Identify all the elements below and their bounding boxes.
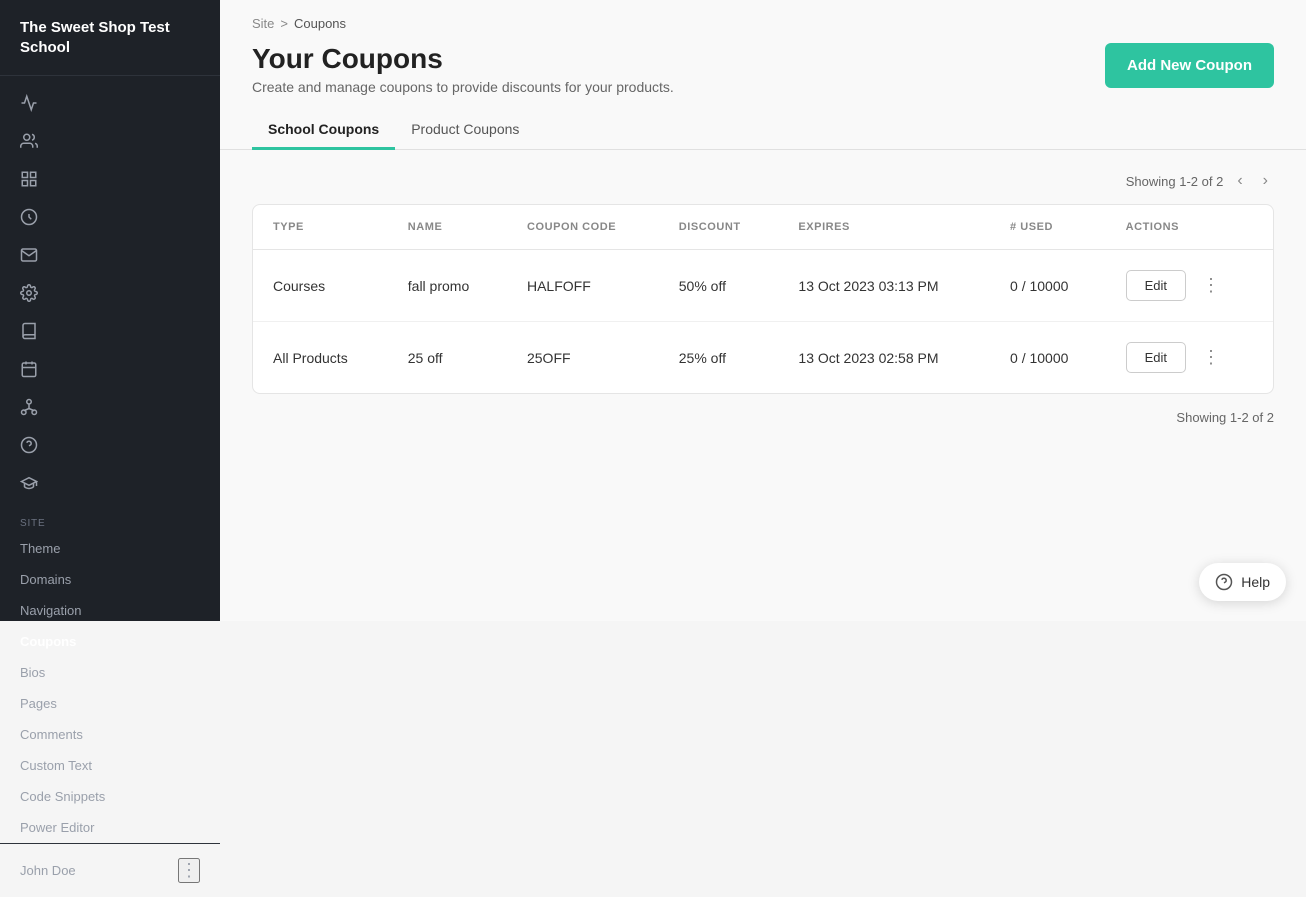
row1-code: HALFOFF: [507, 250, 659, 322]
content-area: Showing 1-2 of 2 ‹ › TYPE NAME COUPON CO…: [220, 150, 1306, 621]
sidebar-icon-calendar[interactable]: [0, 350, 220, 388]
help-icon: [1215, 573, 1233, 591]
table-row: All Products 25 off 25OFF 25% off 13 Oct…: [253, 322, 1273, 394]
pagination-prev-button[interactable]: ‹: [1231, 170, 1248, 192]
sidebar-icon-integrations[interactable]: [0, 388, 220, 426]
sidebar-item-pages[interactable]: Pages: [0, 688, 220, 719]
row2-expires: 13 Oct 2023 02:58 PM: [778, 322, 990, 394]
breadcrumb-site[interactable]: Site: [252, 16, 274, 31]
page-header: Your Coupons Create and manage coupons t…: [220, 39, 1306, 111]
pagination-bottom: Showing 1-2 of 2: [252, 410, 1274, 425]
sidebar-item-code-snippets[interactable]: Code Snippets: [0, 781, 220, 812]
col-actions: ACTIONS: [1106, 205, 1273, 250]
pagination-label-bottom: Showing 1-2 of 2: [1176, 410, 1274, 425]
col-type: TYPE: [253, 205, 388, 250]
row1-actions: Edit ⋮: [1106, 250, 1273, 322]
sidebar-logo: The Sweet Shop Test School: [0, 0, 220, 76]
col-coupon-code: COUPON CODE: [507, 205, 659, 250]
sidebar-icon-revenue[interactable]: [0, 198, 220, 236]
help-widget[interactable]: Help: [1199, 563, 1286, 601]
sidebar-icon-dashboard[interactable]: [0, 160, 220, 198]
sidebar-bottom: John Doe ⋮: [0, 843, 220, 897]
help-label: Help: [1241, 574, 1270, 590]
sidebar-icon-library[interactable]: [0, 312, 220, 350]
sidebar-item-comments[interactable]: Comments: [0, 719, 220, 750]
tab-school-coupons[interactable]: School Coupons: [252, 111, 395, 150]
breadcrumb-current: Coupons: [294, 16, 346, 31]
row1-discount: 50% off: [659, 250, 779, 322]
pagination-label-top: Showing 1-2 of 2: [1126, 174, 1224, 189]
tabs-bar: School Coupons Product Coupons: [220, 111, 1306, 150]
sidebar-item-coupons[interactable]: Coupons: [0, 626, 220, 657]
table-row: Courses fall promo HALFOFF 50% off 13 Oc…: [253, 250, 1273, 322]
sidebar-icon-users[interactable]: [0, 122, 220, 160]
row2-used: 0 / 10000: [990, 322, 1106, 394]
pagination-top: Showing 1-2 of 2 ‹ ›: [252, 170, 1274, 192]
breadcrumb-separator: >: [280, 16, 288, 31]
row2-more-button[interactable]: ⋮: [1194, 343, 1228, 372]
sidebar-icon-analytics[interactable]: [0, 84, 220, 122]
sidebar-icon-help[interactable]: [0, 426, 220, 464]
coupons-table-container: TYPE NAME COUPON CODE DISCOUNT EXPIRES #…: [252, 204, 1274, 394]
page-subtitle: Create and manage coupons to provide dis…: [252, 79, 674, 95]
row1-expires: 13 Oct 2023 03:13 PM: [778, 250, 990, 322]
sidebar-user: John Doe: [20, 863, 76, 878]
tab-product-coupons[interactable]: Product Coupons: [395, 111, 535, 150]
coupons-table: TYPE NAME COUPON CODE DISCOUNT EXPIRES #…: [253, 205, 1273, 393]
sidebar-item-theme[interactable]: Theme: [0, 533, 220, 564]
row2-code: 25OFF: [507, 322, 659, 394]
col-name: NAME: [388, 205, 507, 250]
row2-discount: 25% off: [659, 322, 779, 394]
sidebar-more-button[interactable]: ⋮: [178, 858, 200, 883]
pagination-next-button[interactable]: ›: [1257, 170, 1274, 192]
sidebar-item-navigation[interactable]: Navigation: [0, 595, 220, 626]
page-header-left: Your Coupons Create and manage coupons t…: [252, 43, 674, 95]
sidebar-section-label: SITE: [0, 502, 220, 533]
sidebar-item-custom-text[interactable]: Custom Text: [0, 750, 220, 781]
row1-type: Courses: [253, 250, 388, 322]
row1-edit-button[interactable]: Edit: [1126, 270, 1186, 301]
row1-more-button[interactable]: ⋮: [1194, 271, 1228, 300]
sidebar: The Sweet Shop Test School: [0, 0, 220, 621]
sidebar-icon-settings[interactable]: [0, 274, 220, 312]
col-used: # USED: [990, 205, 1106, 250]
sidebar-item-power-editor[interactable]: Power Editor: [0, 812, 220, 843]
row1-used: 0 / 10000: [990, 250, 1106, 322]
row1-name: fall promo: [388, 250, 507, 322]
table-header-row: TYPE NAME COUPON CODE DISCOUNT EXPIRES #…: [253, 205, 1273, 250]
sidebar-item-domains[interactable]: Domains: [0, 564, 220, 595]
col-discount: DISCOUNT: [659, 205, 779, 250]
breadcrumb: Site > Coupons: [220, 0, 1306, 39]
sidebar-item-bios[interactable]: Bios: [0, 657, 220, 688]
sidebar-icon-mail[interactable]: [0, 236, 220, 274]
row2-actions: Edit ⋮: [1106, 322, 1273, 394]
sidebar-icon-graduation[interactable]: [0, 464, 220, 502]
main-content: Site > Coupons Your Coupons Create and m…: [220, 0, 1306, 621]
add-coupon-button[interactable]: Add New Coupon: [1105, 43, 1274, 88]
row2-edit-button[interactable]: Edit: [1126, 342, 1186, 373]
page-title: Your Coupons: [252, 43, 674, 75]
row2-type: All Products: [253, 322, 388, 394]
row2-name: 25 off: [388, 322, 507, 394]
col-expires: EXPIRES: [778, 205, 990, 250]
